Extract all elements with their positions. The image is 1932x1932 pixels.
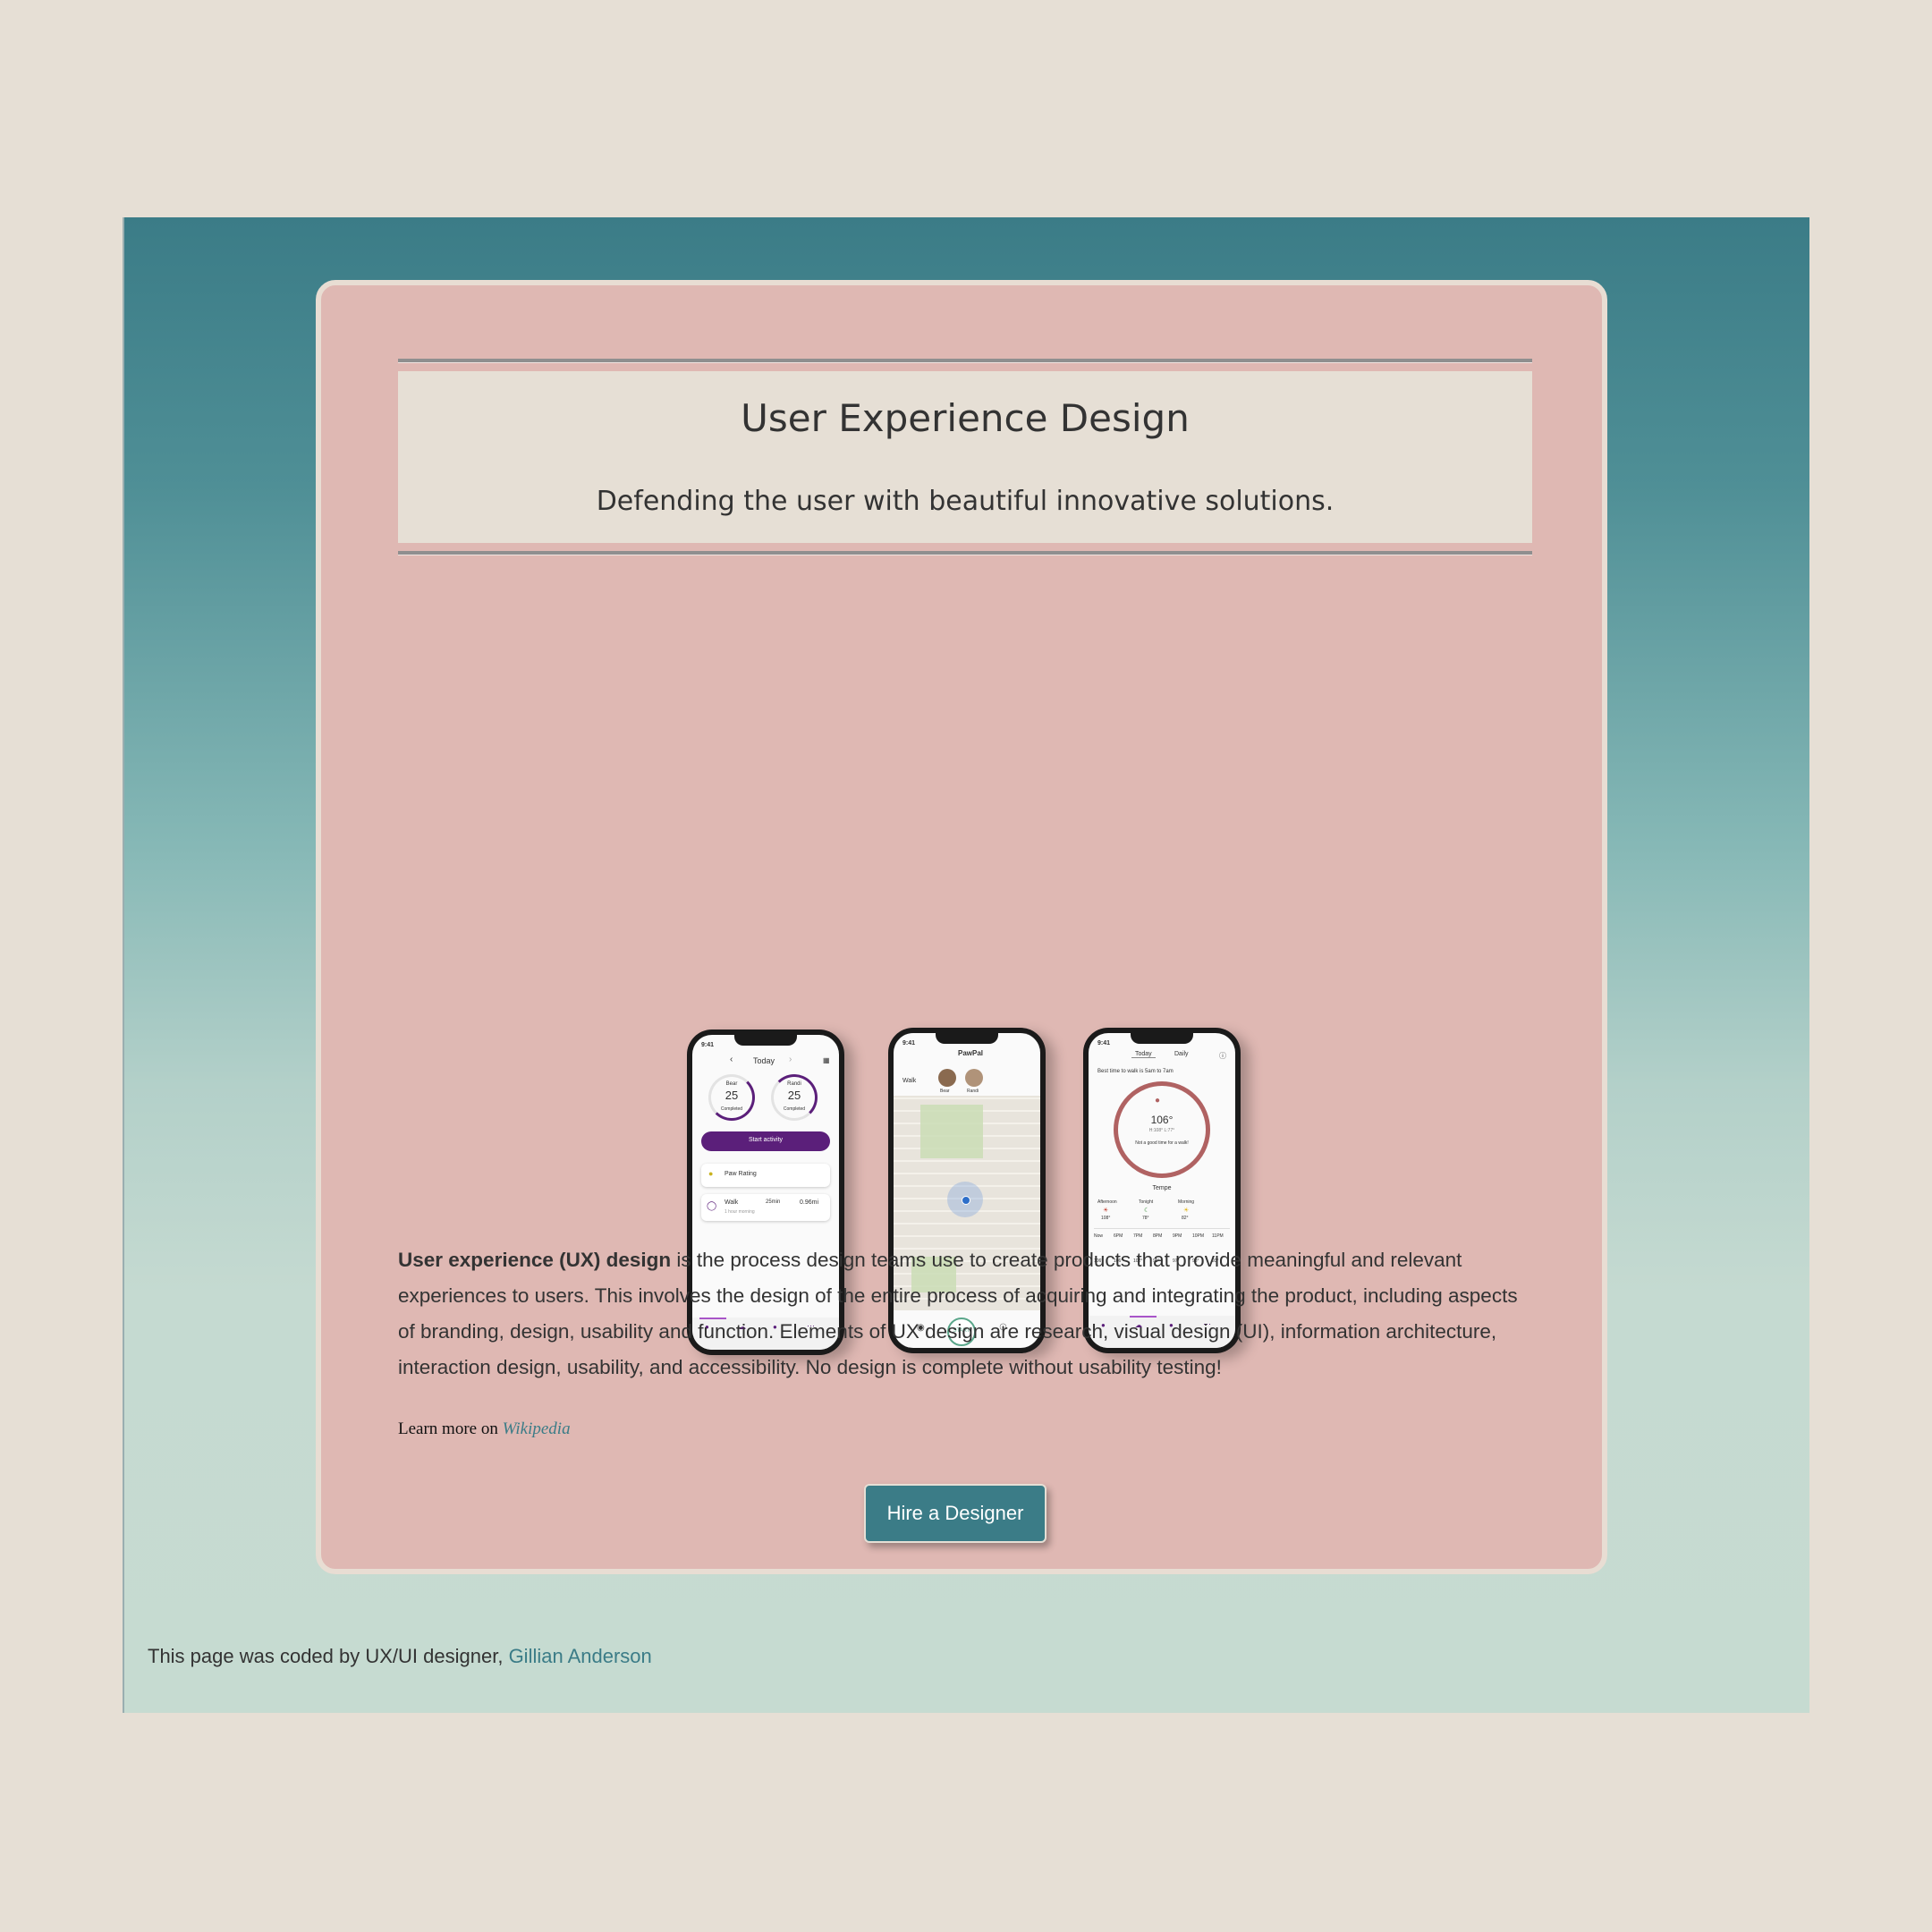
- paw-rating-label: Paw Rating: [724, 1171, 757, 1177]
- paw-icon: ●: [708, 1169, 714, 1178]
- period-temp: 78°: [1142, 1216, 1149, 1221]
- header-rule-bottom: [398, 551, 1532, 555]
- period-label: Tonight: [1139, 1199, 1154, 1205]
- back-chevron-icon: ‹: [730, 1055, 733, 1064]
- app-name: PawPal: [958, 1049, 984, 1057]
- author-link[interactable]: Gillian Anderson: [509, 1645, 652, 1667]
- sun-icon: ☀: [1103, 1208, 1109, 1214]
- current-temp: 106°: [1150, 1114, 1174, 1126]
- walk-sub: 1 hour morning: [724, 1209, 755, 1215]
- period-label: Afternoon: [1097, 1199, 1117, 1205]
- tab-today[interactable]: Today: [1131, 1051, 1156, 1058]
- info-icon[interactable]: ⓘ: [1219, 1051, 1226, 1061]
- ring-value: 25: [724, 1089, 739, 1102]
- learn-more: Learn more on Wikipedia: [398, 1419, 571, 1439]
- ux-lead-term: User experience (UX) design: [398, 1249, 672, 1271]
- ring-dog-name: Bear: [725, 1081, 738, 1087]
- walk-label: Walk: [724, 1199, 739, 1206]
- page-title: User Experience Design: [741, 396, 1190, 440]
- learn-more-prefix: Learn more on: [398, 1419, 503, 1438]
- map-park: [920, 1105, 983, 1158]
- phone-notch: [1131, 1033, 1193, 1044]
- hour-label: 8PM: [1153, 1233, 1163, 1239]
- walk-card[interactable]: ◯ Walk 1 hour morning 25min 0.96mi: [701, 1194, 830, 1221]
- sun-icon: ☀: [1183, 1208, 1190, 1214]
- tab-daily[interactable]: Daily: [1174, 1051, 1189, 1057]
- moon-icon: ☾: [1144, 1208, 1150, 1214]
- walk-warning: Not a good time for a walk!: [1135, 1140, 1189, 1146]
- hour-label: 7PM: [1133, 1233, 1143, 1239]
- avatar[interactable]: [965, 1069, 983, 1087]
- header-rule-top: [398, 359, 1532, 363]
- forward-chevron-icon: ›: [789, 1055, 792, 1064]
- content-card: User Experience Design Defending the use…: [316, 280, 1607, 1574]
- footer: This page was coded by UX/UI designer, G…: [148, 1645, 652, 1668]
- period-temp: 108°: [1101, 1216, 1111, 1221]
- location-pin-icon: [962, 1196, 970, 1205]
- paw-rating-card[interactable]: ● Paw Rating: [701, 1164, 830, 1187]
- walk-label: Walk: [902, 1078, 917, 1084]
- hire-designer-button[interactable]: Hire a Designer: [864, 1484, 1046, 1543]
- start-activity-label: Start activity: [748, 1137, 784, 1143]
- wikipedia-link[interactable]: Wikipedia: [503, 1419, 571, 1438]
- walk-icon: ◯: [707, 1201, 717, 1211]
- walk-time: 25min: [766, 1199, 781, 1205]
- period-temp: 82°: [1182, 1216, 1189, 1221]
- hero-image: 9:41 ‹ Today › ▦ Bear 25 Completed Randi…: [398, 580, 1532, 1355]
- hi-lo-temp: H:108° L:77°: [1148, 1128, 1175, 1133]
- status-time: 9:41: [902, 1040, 916, 1046]
- ring-status: Completed: [720, 1106, 743, 1112]
- hour-label: 6PM: [1114, 1233, 1123, 1239]
- page-viewport: User Experience Design Defending the use…: [123, 217, 1809, 1713]
- header-band: User Experience Design Defending the use…: [398, 371, 1532, 543]
- walk-advice: Best time to walk is 5am to 7am: [1097, 1069, 1174, 1074]
- city-name: Tempe: [1152, 1185, 1172, 1191]
- hour-label: 11PM: [1212, 1233, 1224, 1239]
- page-subtitle: Defending the user with beautiful innova…: [596, 486, 1335, 517]
- date-nav-label: Today: [753, 1056, 775, 1065]
- start-activity-button[interactable]: Start activity: [701, 1131, 830, 1151]
- dog-name: Bear: [940, 1089, 950, 1094]
- divider: [1094, 1228, 1230, 1229]
- phone-notch: [734, 1035, 797, 1046]
- dog-name: Randi: [967, 1089, 979, 1094]
- hour-label: Now: [1094, 1233, 1104, 1239]
- avatar[interactable]: [938, 1069, 956, 1087]
- walk-distance: 0.96mi: [800, 1199, 819, 1206]
- phone-notch: [936, 1033, 998, 1044]
- hour-label: 10PM: [1192, 1233, 1205, 1239]
- ring-status: Completed: [783, 1106, 806, 1112]
- footer-text: This page was coded by UX/UI designer,: [148, 1645, 509, 1667]
- status-time: 9:41: [701, 1042, 715, 1048]
- status-time: 9:41: [1097, 1040, 1111, 1046]
- calendar-icon: ▦: [823, 1056, 830, 1064]
- ring-dog-name: Randi: [787, 1081, 801, 1087]
- hour-label: 9PM: [1173, 1233, 1182, 1239]
- paw-icon: ●: [1155, 1096, 1161, 1106]
- ring-value: 25: [787, 1089, 801, 1102]
- ux-description: User experience (UX) design is the proce…: [398, 1242, 1534, 1385]
- period-label: Morning: [1178, 1199, 1195, 1205]
